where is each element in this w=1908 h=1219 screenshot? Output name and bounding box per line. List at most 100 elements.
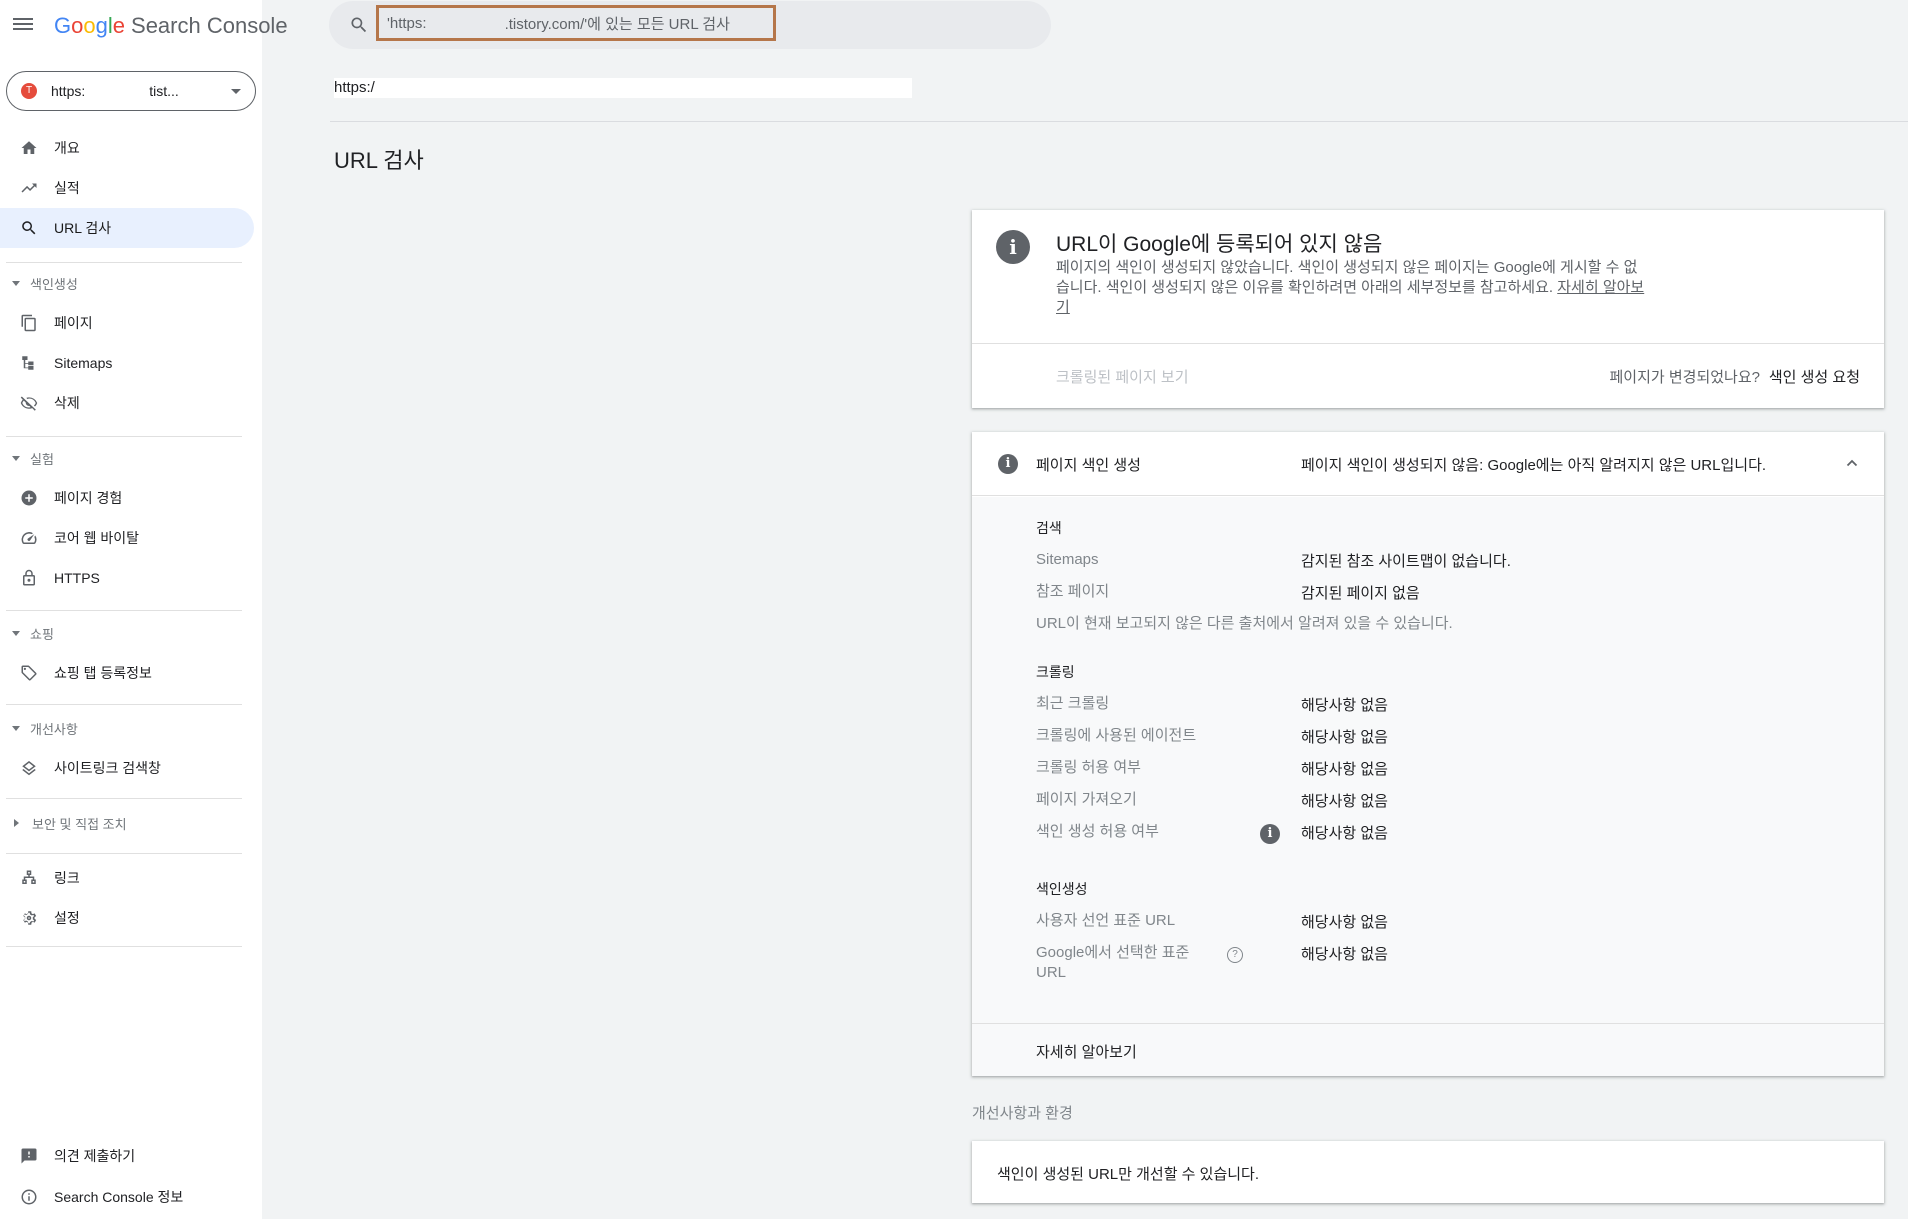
status-title: URL이 Google에 등록되어 있지 않음 [1056,233,1383,256]
detail-value: 감지된 참조 사이트맵이 없습니다. [1301,553,1511,570]
page-indexing-footer: 자세히 알아보기 [972,1023,1884,1076]
sidebar-item-label: HTTPS [54,570,100,586]
sidebar: Google Search Console T https: tist... 개요 … [0,0,288,1219]
detail-label: 크롤링에 사용된 에이전트 [1036,727,1197,744]
section-toggle-shopping[interactable]: 쇼핑 [0,621,254,645]
enhancements-title: 개선사항과 환경 [972,1105,1073,1122]
sidebar-item-label: 코어 웹 바이탈 [54,530,140,546]
page-changed-question: 페이지가 변경되었나요? [1609,369,1760,386]
info-icon [19,1187,39,1207]
sidebar-item-page-experience[interactable]: 페이지 경험 [0,478,254,518]
detail-label: 최근 크롤링 [1036,695,1110,712]
home-icon [19,138,39,158]
sidebar-item-shopping-tab[interactable]: 쇼핑 탭 등록정보 [0,653,254,693]
inspected-url: https:/ [334,78,912,98]
menu-icon[interactable] [13,15,39,37]
search-value-start: 'https: [387,14,427,32]
sidebar-item-label: 삭제 [54,395,80,411]
inspect-url-bar[interactable]: 'https: .tistory.com/'에 있는 모든 URL 검사 [329,1,1051,49]
section-label: 개선사항 [30,721,78,737]
view-crawled-page-button[interactable]: 크롤링된 페이지 보기 [1056,366,1189,387]
help-icon[interactable]: ? [1227,947,1243,963]
sidebar-item-label: 사이트링크 검색창 [54,760,161,776]
divider [330,121,1908,122]
page-indexing-header[interactable]: i 페이지 색인 생성 페이지 색인이 생성되지 않음: Google에는 아직… [972,432,1884,496]
sidebar-item-links[interactable]: 링크 [0,858,254,898]
sidebar-item-about[interactable]: Search Console 정보 [0,1177,254,1217]
layers-icon [19,758,39,778]
page-indexing-status: 페이지 색인이 생성되지 않음: Google에는 아직 알려지지 않은 URL… [1301,457,1767,474]
sidebar-item-removals[interactable]: 삭제 [0,383,254,423]
feedback-icon [19,1146,39,1166]
lock-icon [19,568,39,588]
section-toggle-security[interactable]: 보안 및 직접 조치 [0,811,254,835]
search-icon [349,15,369,35]
section-title-crawl: 크롤링 [1036,664,1075,680]
search-icon [19,218,39,238]
logo-letter: g [95,13,108,38]
divider [6,262,242,263]
search-value-end: .tistory.com/'에 있는 모든 URL 검사 [504,15,730,33]
sidebar-item-label: 의견 제출하기 [54,1148,136,1164]
sidebar-item-overview[interactable]: 개요 [0,128,254,168]
sidebar-item-settings[interactable]: 설정 [0,898,254,938]
sidebar-item-sitelinks-searchbox[interactable]: 사이트링크 검색창 [0,748,254,788]
page-indexing-card: i 페이지 색인 생성 페이지 색인이 생성되지 않음: Google에는 아직… [972,432,1884,1076]
sidebar-item-pages[interactable]: 페이지 [0,303,254,343]
sidebar-item-url-inspection[interactable]: URL 검사 [0,208,254,248]
section-toggle-enhancements[interactable]: 개선사항 [0,716,254,740]
app-logo[interactable]: Google Search Console [54,13,288,39]
product-name: Search Console [131,13,288,38]
sidebar-item-label: 개요 [54,140,80,156]
add-circle-icon [19,488,39,508]
sidebar-item-label: 페이지 [54,315,93,331]
divider [6,436,242,437]
speed-icon [19,528,39,548]
status-description-text: 페이지의 색인이 생성되지 않았습니다. 색인이 생성되지 않은 페이지는 Go… [1056,259,1638,296]
section-label: 색인생성 [30,276,78,292]
logo-letter: o [71,13,84,38]
divider [6,946,242,947]
sidebar-item-https[interactable]: HTTPS [0,558,254,598]
sidebar-item-label: 링크 [54,870,80,886]
logo-letter: o [83,13,96,38]
info-icon: i [998,454,1018,474]
sidebar-item-performance[interactable]: 실적 [0,168,254,208]
sidebar-item-core-web-vitals[interactable]: 코어 웹 바이탈 [0,518,254,558]
sidebar-item-label: Search Console 정보 [54,1189,184,1205]
enhancements-card: 색인이 생성된 URL만 개선할 수 있습니다. [972,1141,1884,1203]
sidebar-item-label: URL 검사 [54,220,112,236]
property-selector[interactable]: T https: tist... [6,71,256,111]
sidebar-item-label: Sitemaps [54,355,113,371]
sidebar-item-feedback[interactable]: 의견 제출하기 [0,1136,254,1176]
links-icon [19,868,39,888]
detail-value: 감지된 페이지 없음 [1301,585,1420,602]
section-title-discovery: 검색 [1036,520,1062,536]
detail-label: 색인 생성 허용 여부 [1036,823,1159,840]
detail-value: 해당사항 없음 [1301,793,1388,810]
page-indexing-details: 검색 Sitemaps 감지된 참조 사이트맵이 없습니다. 참조 페이지 감지… [972,497,1884,1023]
sidebar-item-label: 설정 [54,910,80,926]
page-indexing-label: 페이지 색인 생성 [1036,457,1141,474]
detail-label: 참조 페이지 [1036,583,1110,600]
divider [972,343,1884,344]
logo-letter: e [112,13,126,38]
inspect-url-input[interactable]: 'https: .tistory.com/'에 있는 모든 URL 검사 [376,5,776,41]
trending-up-icon [19,178,39,198]
sidebar-item-sitemaps[interactable]: Sitemaps [0,343,254,383]
request-indexing-button[interactable]: 색인 생성 요청 [1769,366,1860,387]
chevron-up-icon[interactable] [1846,456,1858,468]
pages-icon [19,313,39,333]
learn-more-link[interactable]: 자세히 알아보기 [1036,1041,1137,1062]
sidebar-item-label: 실적 [54,180,80,196]
status-description: 페이지의 색인이 생성되지 않았습니다. 색인이 생성되지 않은 페이지는 Go… [1056,258,1646,318]
section-toggle-experience[interactable]: 실험 [0,446,254,470]
site-favicon-icon: T [21,83,37,99]
url-status-card: i URL이 Google에 등록되어 있지 않음 페이지의 색인이 생성되지 … [972,210,1884,408]
dropdown-arrow-icon [231,88,241,94]
section-label: 실험 [30,451,54,467]
section-toggle-indexing[interactable]: 색인생성 [0,271,254,295]
info-icon[interactable]: i [1260,824,1280,844]
detail-label: Sitemaps [1036,551,1099,568]
property-label-start: https: [51,83,86,99]
